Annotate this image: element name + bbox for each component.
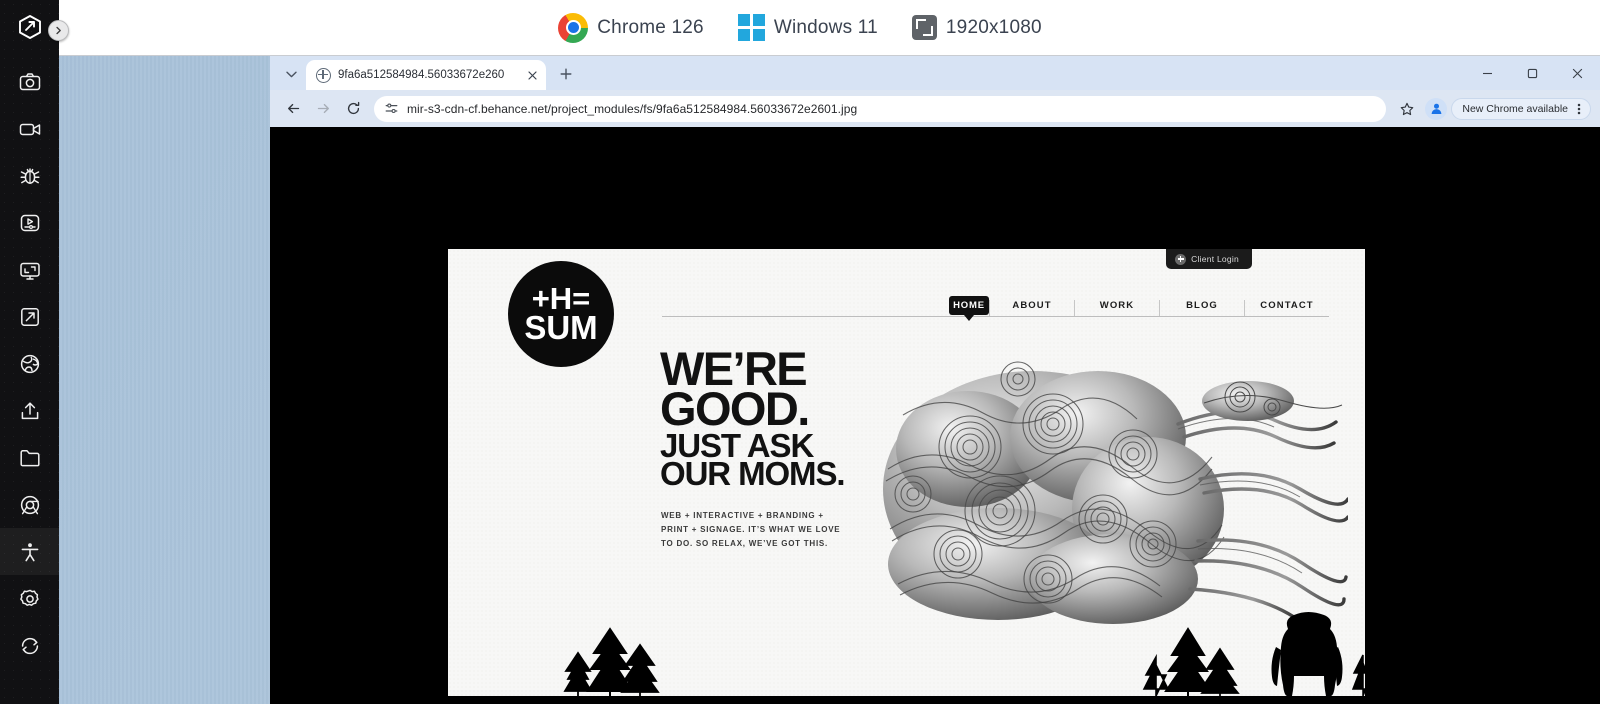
refresh-sync-icon[interactable] bbox=[0, 622, 59, 669]
arrow-right-icon[interactable] bbox=[309, 95, 337, 123]
accessibility-icon[interactable] bbox=[0, 528, 59, 575]
site-logo-line2: SUM bbox=[524, 309, 598, 347]
hero-headline: WE’RE GOOD. JUST ASK OUR MOMS. bbox=[660, 345, 860, 493]
headline-line-2: GOOD. bbox=[660, 382, 810, 436]
new-tab-button[interactable] bbox=[553, 61, 579, 87]
site-navigation: HOME ABOUT WORK BLOG CONTACT bbox=[662, 289, 1329, 321]
star-icon[interactable] bbox=[1393, 95, 1421, 123]
tune-icon[interactable] bbox=[385, 102, 398, 115]
three-dot-menu-icon[interactable] bbox=[1573, 102, 1585, 116]
env-resolution-label: 1920x1080 bbox=[945, 16, 1042, 38]
globe-icon bbox=[316, 67, 331, 83]
website-hero-image: Client Login +H= SUM HOME ABOUT WORK BLO… bbox=[448, 249, 1365, 704]
env-item-browser: Chrome 126 bbox=[558, 12, 704, 43]
client-login-button[interactable]: Client Login bbox=[1166, 249, 1252, 269]
external-link-icon[interactable] bbox=[0, 293, 59, 340]
env-os-label: Windows 11 bbox=[773, 16, 878, 38]
site-logo[interactable]: +H= SUM bbox=[508, 261, 614, 367]
folder-icon[interactable] bbox=[0, 434, 59, 481]
address-bar[interactable]: mir-s3-cdn-cf.behance.net/project_module… bbox=[374, 95, 1387, 122]
tool-rail-sidebar bbox=[0, 0, 59, 704]
toolbar-right-actions: New Chrome available bbox=[1393, 95, 1591, 123]
arrow-left-icon[interactable] bbox=[279, 95, 307, 123]
client-login-label: Client Login bbox=[1191, 254, 1239, 264]
window-controls bbox=[1465, 56, 1600, 90]
maximize-icon[interactable] bbox=[1510, 56, 1555, 90]
nav-item-home[interactable]: HOME bbox=[949, 296, 989, 321]
env-browser-label: Chrome 126 bbox=[597, 16, 704, 38]
reload-icon[interactable] bbox=[339, 95, 367, 123]
nav-item-blog[interactable]: BLOG bbox=[1159, 300, 1244, 316]
video-playback-icon[interactable] bbox=[0, 199, 59, 246]
video-camera-icon[interactable] bbox=[0, 105, 59, 152]
browser-tab[interactable]: 9fa6a512584984.56033672e260 bbox=[306, 60, 546, 90]
profile-avatar-icon[interactable] bbox=[1425, 97, 1448, 120]
app-hexagon-logo-icon[interactable] bbox=[11, 11, 49, 43]
chrome-circle-icon[interactable] bbox=[0, 481, 59, 528]
camera-icon[interactable] bbox=[0, 58, 59, 105]
close-window-icon[interactable] bbox=[1555, 56, 1600, 90]
update-label: New Chrome available bbox=[1462, 102, 1568, 115]
close-icon[interactable] bbox=[524, 67, 540, 83]
env-item-os: Windows 11 bbox=[737, 14, 878, 41]
chrome-update-button[interactable]: New Chrome available bbox=[1451, 97, 1591, 120]
bigfoot-and-pine-trees-silhouette bbox=[563, 612, 1365, 696]
minimize-icon[interactable] bbox=[1465, 56, 1510, 90]
monitor-icon[interactable] bbox=[0, 246, 59, 293]
image-viewer-viewport: Client Login +H= SUM HOME ABOUT WORK BLO… bbox=[270, 127, 1600, 704]
browser-tab-strip: 9fa6a512584984.56033672e260 bbox=[270, 56, 1600, 90]
plus-circle-icon bbox=[1175, 253, 1187, 265]
upload-icon[interactable] bbox=[0, 387, 59, 434]
environment-info-bar: Chrome 126 Windows 11 1920x1080 bbox=[0, 0, 1600, 56]
hero-subcopy: WEB + INTERACTIVE + BRANDING + PRINT + S… bbox=[661, 511, 841, 548]
url-text: mir-s3-cdn-cf.behance.net/project_module… bbox=[407, 101, 858, 116]
nav-item-contact[interactable]: CONTACT bbox=[1244, 300, 1329, 316]
env-item-resolution: 1920x1080 bbox=[911, 15, 1042, 40]
browser-toolbar: mir-s3-cdn-cf.behance.net/project_module… bbox=[270, 90, 1600, 127]
headline-line-4: OUR MOMS. bbox=[660, 455, 846, 493]
swirling-cloud-illustration bbox=[883, 361, 1348, 624]
rail-icon-list bbox=[0, 58, 59, 669]
chrome-logo-icon bbox=[558, 12, 589, 43]
ground-strip bbox=[448, 696, 1365, 704]
tab-title: 9fa6a512584984.56033672e260 bbox=[338, 69, 505, 81]
tab-search-button[interactable] bbox=[278, 61, 304, 87]
gear-icon[interactable] bbox=[0, 575, 59, 622]
nav-item-about[interactable]: ABOUT bbox=[989, 300, 1074, 316]
windows-logo-icon bbox=[737, 14, 765, 41]
chevron-right-icon[interactable] bbox=[48, 20, 69, 41]
nav-item-work[interactable]: WORK bbox=[1074, 300, 1159, 316]
resolution-icon bbox=[911, 15, 937, 40]
chrome-browser-window: 9fa6a512584984.56033672e260 mir-s3-cdn-c… bbox=[270, 56, 1600, 704]
globe-icon[interactable] bbox=[0, 340, 59, 387]
bug-icon[interactable] bbox=[0, 152, 59, 199]
